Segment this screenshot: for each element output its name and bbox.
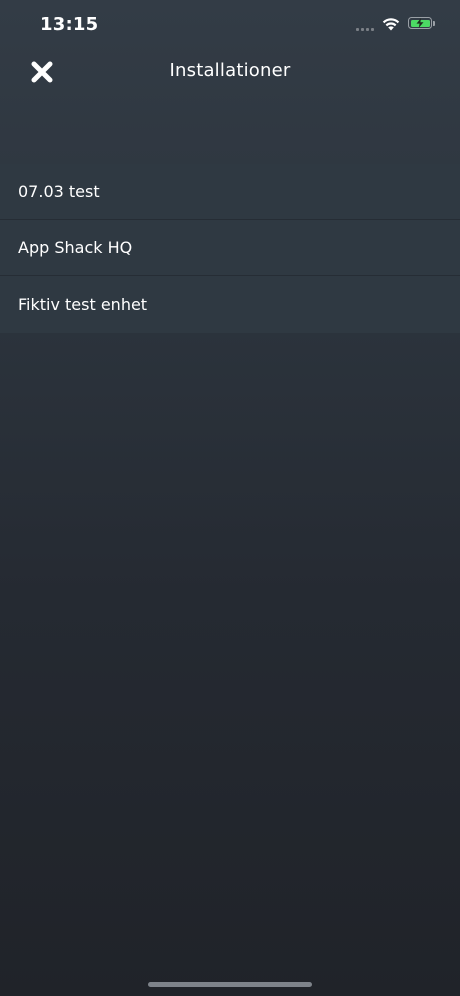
installation-label: Fiktiv test enhet bbox=[18, 295, 148, 314]
installations-screen: 13:15 Installationer 07.03 test App Shac… bbox=[0, 0, 460, 996]
page-title: Installationer bbox=[169, 60, 291, 81]
installations-list: 07.03 test App Shack HQ Fiktiv test enhe… bbox=[0, 164, 460, 333]
home-indicator[interactable] bbox=[148, 982, 312, 987]
battery-cap bbox=[433, 21, 435, 26]
charging-bolt-icon bbox=[416, 18, 424, 28]
installation-label: App Shack HQ bbox=[18, 238, 133, 257]
nav-bar: Installationer bbox=[0, 50, 460, 94]
cellular-signal-icon bbox=[356, 27, 376, 31]
list-item-installation[interactable]: Fiktiv test enhet bbox=[0, 276, 460, 333]
status-bar: 13:15 bbox=[0, 0, 460, 50]
list-item-installation[interactable]: App Shack HQ bbox=[0, 220, 460, 276]
installation-label: 07.03 test bbox=[18, 182, 100, 201]
list-item-installation[interactable]: 07.03 test bbox=[0, 164, 460, 220]
wifi-icon bbox=[382, 18, 400, 31]
status-time: 13:15 bbox=[40, 14, 99, 35]
